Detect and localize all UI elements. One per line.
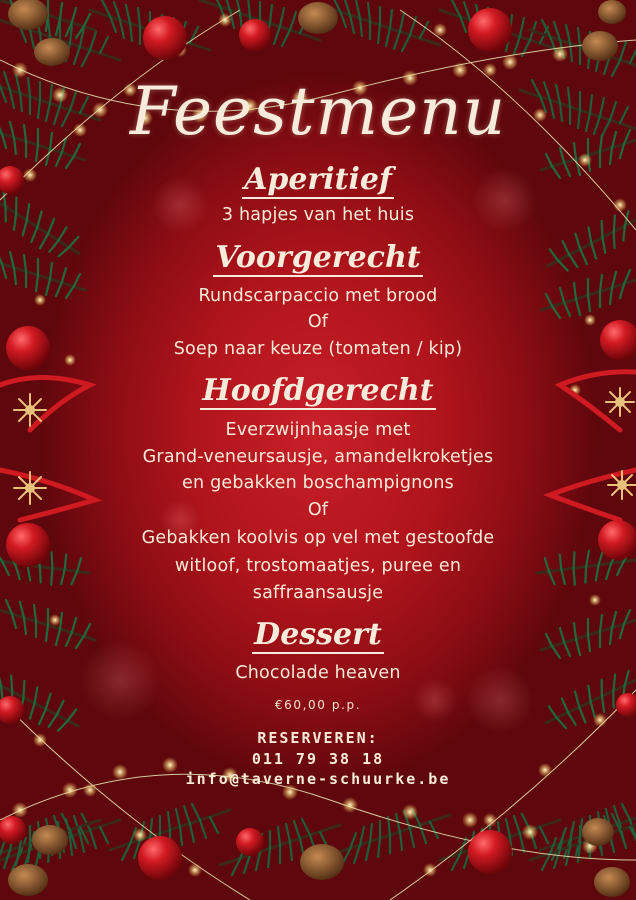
- course-heading-dessert: Dessert: [252, 617, 384, 654]
- course-heading-aperitief: Aperitief: [242, 162, 394, 199]
- menu-line: Everzwijnhaasje met: [225, 420, 411, 440]
- price-label: €60,00 p.p.: [274, 698, 362, 712]
- menu-line: 3 hapjes van het huis: [221, 205, 415, 225]
- menu-line: en gebakken boschampignons: [182, 473, 454, 493]
- menu-content: Feestmenu Aperitief 3 hapjes van het hui…: [0, 0, 636, 900]
- menu-title: Feestmenu: [129, 73, 507, 150]
- menu-line: Gebakken koolvis op vel met gestoofde: [141, 528, 495, 548]
- menu-line: Chocolade heaven: [235, 663, 401, 683]
- menu-line: Grand-veneursausje, amandelkroketjes: [142, 447, 494, 467]
- email-address[interactable]: info@taverne-schuurke.be: [0, 768, 636, 790]
- menu-line: witloof, trostomaatjes, puree en: [174, 556, 462, 576]
- menu-line: Of: [307, 312, 329, 332]
- course-heading-hoofdgerecht: Hoofdgerecht: [200, 373, 436, 410]
- course-heading-voorgerecht: Voorgerecht: [213, 240, 423, 277]
- reserve-label: RESERVEREN:: [257, 729, 379, 747]
- phone-number[interactable]: 011 79 38 18: [0, 748, 636, 770]
- menu-line: Rundscarpaccio met brood: [198, 286, 438, 306]
- poster: Feestmenu Aperitief 3 hapjes van het hui…: [0, 0, 636, 900]
- menu-line: Of: [307, 500, 329, 520]
- menu-line: saffraansausje: [252, 583, 384, 603]
- menu-line: Soep naar keuze (tomaten / kip): [173, 339, 463, 359]
